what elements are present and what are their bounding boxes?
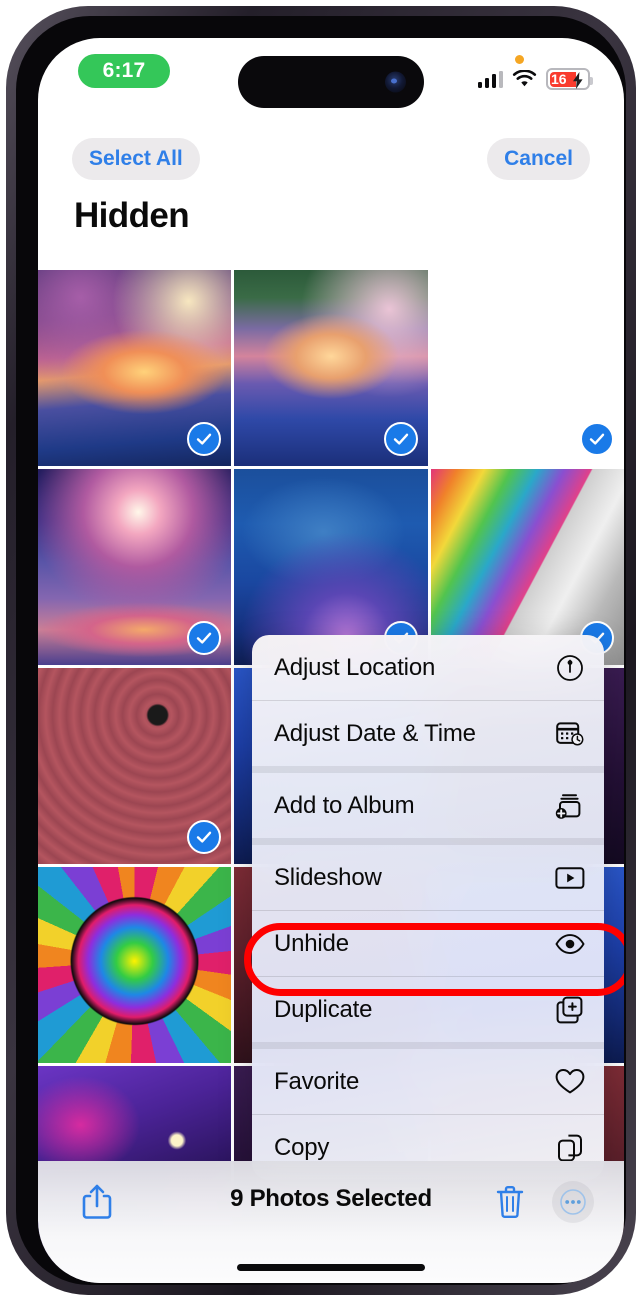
bottom-toolbar: 9 Photos Selected [38,1161,624,1283]
time-recording-pill: 6:17 [78,54,170,88]
menu-group-separator [252,838,604,845]
front-camera-icon [385,71,406,93]
cellular-bars-icon [477,70,503,88]
play-rectangle-icon [555,863,585,893]
battery-icon: 16 [546,68,593,90]
location-pin-circle-icon [555,653,585,683]
menu-item-label: Add to Album [274,791,415,819]
photo-cell[interactable] [431,270,624,466]
select-all-label: Select All [89,147,183,170]
phone-screen: Select All Cancel Hidden 6:17 16 Adjust … [38,38,624,1283]
menu-item-unhide[interactable]: Unhide [252,911,604,976]
page-title: Hidden [74,196,190,235]
menu-item-adjust-date-time[interactable]: Adjust Date & Time [252,701,604,766]
selected-checkmark-icon[interactable] [579,422,614,456]
menu-group-separator [252,766,604,773]
menu-item-favorite[interactable]: Favorite [252,1049,604,1114]
menu-item-label: Slideshow [274,863,382,891]
ellipsis-circle-icon [560,1189,586,1215]
menu-item-label: Duplicate [274,995,373,1023]
menu-item-label: Adjust Location [274,653,436,681]
eye-icon [555,929,585,959]
photo-cell[interactable] [38,668,232,864]
calendar-clock-icon [555,719,585,749]
home-indicator[interactable] [237,1264,425,1271]
status-time: 6:17 [102,59,146,82]
selection-count-label: 9 Photos Selected [230,1185,432,1212]
photo-cell[interactable] [38,469,232,665]
menu-item-adjust-location[interactable]: Adjust Location [252,635,604,700]
more-options-button[interactable] [552,1181,594,1223]
menu-item-label: Copy [274,1133,330,1161]
select-all-button[interactable]: Select All [72,138,200,180]
dynamic-island [238,56,424,108]
menu-item-label: Favorite [274,1067,360,1095]
trash-icon [496,1186,524,1219]
photo-cell[interactable] [38,867,232,1063]
navigation-bar: Select All Cancel Hidden [38,104,624,270]
battery-level: 16 [551,71,567,87]
photo-thumbnail-rainbow-flower-of-life [38,867,232,1063]
battery-charging-bolt-icon [573,72,584,94]
heart-icon [555,1067,585,1097]
menu-item-add-to-album[interactable]: Add to Album [252,773,604,838]
selected-checkmark-icon[interactable] [383,422,418,456]
menu-item-slideshow[interactable]: Slideshow [252,845,604,910]
phone-bezel: Select All Cancel Hidden 6:17 16 Adjust … [16,16,626,1285]
cancel-label: Cancel [504,147,573,170]
photo-cell[interactable] [38,270,232,466]
cancel-button[interactable]: Cancel [487,138,590,180]
copy-icon [555,1133,585,1163]
context-menu: Adjust Location Adjust Date & Time Add to … [252,635,604,1180]
menu-item-label: Unhide [274,929,349,957]
menu-item-label: Adjust Date & Time [274,719,476,747]
photo-cell[interactable] [234,270,428,466]
microphone-indicator-icon [515,55,524,64]
phone-frame: Select All Cancel Hidden 6:17 16 Adjust … [6,6,636,1295]
duplicate-icon [555,995,585,1025]
menu-group-separator [252,1042,604,1049]
status-icons: 16 [477,68,593,90]
wifi-icon [512,70,537,88]
add-to-album-icon [555,791,585,821]
menu-item-duplicate[interactable]: Duplicate [252,977,604,1042]
delete-button[interactable] [488,1179,532,1225]
